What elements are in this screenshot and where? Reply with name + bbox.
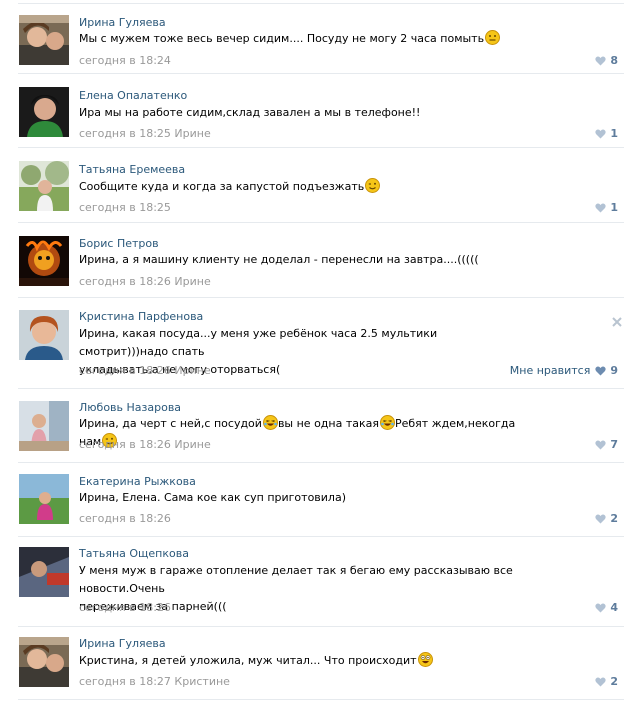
comment-meta: сегодня в 18:25 (79, 201, 171, 214)
like-count: 2 (610, 512, 618, 525)
comment-item: Ирина Гуляева Кристина, я детей уложила,… (18, 627, 624, 700)
comment-meta: сегодня в 18:26 Ирине (79, 438, 211, 451)
like-count: 1 (610, 127, 618, 140)
comment-meta: сегодня в 18:26 Ирине (79, 275, 211, 288)
like-count: 4 (610, 601, 618, 614)
comment-item: Борис Петров Ирина, а я машину клиенту н… (18, 223, 624, 298)
comment-author[interactable]: Ирина Гуляева (79, 637, 166, 650)
like-button[interactable]: 7 (595, 438, 618, 451)
comment-text-line-1: У меня муж в гараже отопление делает так… (79, 564, 513, 595)
comment-time[interactable]: сегодня в 18:25 (79, 127, 171, 140)
like-button[interactable]: 2 (595, 675, 618, 688)
comment-text-body: Ира мы на работе сидим,склад завален а м… (79, 106, 421, 119)
heart-icon (595, 440, 606, 450)
comment-meta: сегодня в 18:27 Кристине (79, 675, 230, 688)
reply-to-link[interactable]: Ирине (174, 438, 210, 451)
like-button[interactable]: 1 (595, 201, 618, 214)
comment-meta: сегодня в 18:26 (79, 601, 171, 614)
comment-item: Ирина Гуляева Мы с мужем тоже весь вечер… (18, 4, 624, 74)
comment-meta: сегодня в 18:25 Ирине (79, 127, 211, 140)
comment-item: Татьяна Ощепкова У меня муж в гараже ото… (18, 537, 624, 627)
comment-time[interactable]: сегодня в 18:26 (79, 364, 171, 377)
comment-time[interactable]: сегодня в 18:26 (79, 438, 171, 451)
like-count: 8 (610, 54, 618, 67)
close-icon[interactable] (612, 312, 622, 327)
comment-author[interactable]: Борис Петров (79, 237, 159, 250)
heart-icon (595, 603, 606, 613)
comment-text-part: Ирина, да черт с ней,с посудой (79, 417, 262, 430)
comment-author[interactable]: Любовь Назарова (79, 401, 181, 414)
like-button[interactable]: Мне нравится 9 (510, 364, 618, 377)
comment-time[interactable]: сегодня в 18:26 (79, 512, 171, 525)
heart-icon (595, 514, 606, 524)
comment-time[interactable]: сегодня в 18:26 (79, 275, 171, 288)
comment-author[interactable]: Кристина Парфенова (79, 310, 203, 323)
reply-to-link[interactable]: Кристине (174, 675, 230, 688)
like-button[interactable]: 2 (595, 512, 618, 525)
reply-to-link[interactable]: Ирине (174, 364, 210, 377)
comment-text: Ира мы на работе сидим,склад завален а м… (79, 104, 529, 122)
comment-text: Ирина, а я машину клиенту не доделал - п… (79, 251, 529, 269)
avatar[interactable] (19, 310, 69, 360)
shocked-face-icon (417, 652, 433, 667)
like-count: 1 (610, 201, 618, 214)
heart-icon (595, 677, 606, 687)
like-button[interactable]: 8 (595, 54, 618, 67)
comment-item: Кристина Парфенова Ирина, какая посуда..… (18, 298, 624, 389)
comment-meta: сегодня в 18:26 (79, 512, 171, 525)
comment-item: Любовь Назарова Ирина, да черт с ней,с п… (18, 389, 624, 463)
avatar[interactable] (19, 236, 69, 286)
comment-item: Татьяна Еремеева Сообщите куда и когда з… (18, 148, 624, 223)
reply-to-link[interactable]: Ирине (174, 127, 210, 140)
wink-face-icon (365, 178, 381, 193)
avatar[interactable] (19, 401, 69, 451)
comment-item: Екатерина Рыжкова Ирина, Елена. Сама кое… (18, 463, 624, 537)
comment-time[interactable]: сегодня в 18:24 (79, 54, 171, 67)
avatar[interactable] (19, 637, 69, 687)
comment-item: Елена Опалатенко Ира мы на работе сидим,… (18, 74, 624, 148)
like-count: 7 (610, 438, 618, 451)
comment-text: Кристина, я детей уложила, муж читал... … (79, 652, 529, 670)
comment-author[interactable]: Татьяна Ощепкова (79, 547, 189, 560)
avatar[interactable] (19, 161, 69, 211)
comment-time[interactable]: сегодня в 18:27 (79, 675, 171, 688)
avatar[interactable] (19, 474, 69, 524)
heart-icon (595, 129, 606, 139)
like-label[interactable]: Мне нравится (510, 364, 591, 377)
comment-text-line-1: Ирина, какая посуда...у меня уже ребёнок… (79, 327, 438, 358)
avatar[interactable] (19, 87, 69, 137)
heart-icon (595, 56, 606, 66)
comment-author[interactable]: Татьяна Еремеева (79, 163, 185, 176)
comment-text-body: Сообщите куда и когда за капустой подъез… (79, 180, 365, 193)
heart-icon (595, 203, 606, 213)
comment-meta: сегодня в 18:24 (79, 54, 171, 67)
like-count: 2 (610, 675, 618, 688)
comment-text-body: Кристина, я детей уложила, муж читал... … (79, 654, 417, 667)
neutral-face-icon (485, 30, 501, 45)
like-button[interactable]: 1 (595, 127, 618, 140)
comment-time[interactable]: сегодня в 18:25 (79, 201, 171, 214)
comment-text: Сообщите куда и когда за капустой подъез… (79, 178, 529, 196)
comment-author[interactable]: Елена Опалатенко (79, 89, 187, 102)
laughing-face-icon (262, 415, 278, 430)
comment-text-body: Ирина, Елена. Сама кое как суп приготови… (79, 491, 346, 504)
comment-meta: сегодня в 18:26 Ирине (79, 364, 211, 377)
comment-text: Мы с мужем тоже весь вечер сидим.... Пос… (79, 30, 529, 48)
like-button[interactable]: 4 (595, 601, 618, 614)
comment-time[interactable]: сегодня в 18:26 (79, 601, 171, 614)
comment-text-body: Ирина, а я машину клиенту не доделал - п… (79, 253, 479, 266)
comment-text-part: вы не одна такая (277, 417, 379, 430)
laughing-face-icon (380, 415, 395, 430)
avatar[interactable] (19, 547, 69, 597)
avatar[interactable] (19, 15, 69, 65)
like-count: 9 (610, 364, 618, 377)
heart-icon (595, 366, 606, 376)
comment-author[interactable]: Екатерина Рыжкова (79, 475, 196, 488)
reply-to-link[interactable]: Ирине (174, 275, 210, 288)
comment-text: Ирина, Елена. Сама кое как суп приготови… (79, 489, 529, 507)
comment-author[interactable]: Ирина Гуляева (79, 16, 166, 29)
comment-text-body: Мы с мужем тоже весь вечер сидим.... Пос… (79, 32, 485, 45)
